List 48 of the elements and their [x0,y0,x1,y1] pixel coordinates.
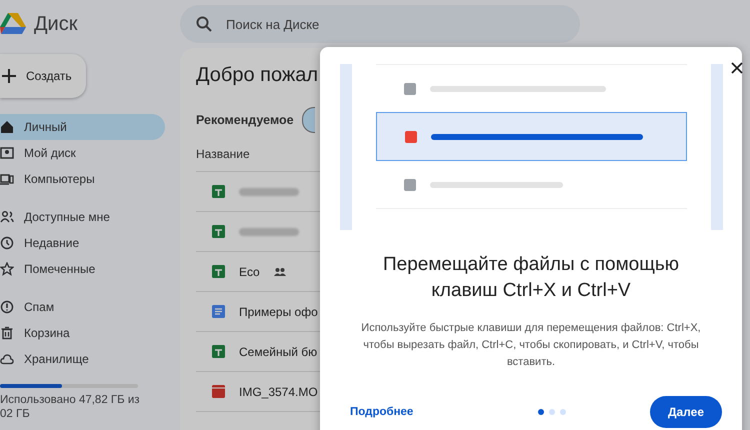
file-name[interactable]: IMG_3574.MO [239,384,318,398]
filter-chip[interactable] [302,107,315,133]
page-dot[interactable] [560,409,566,415]
drive-logo-icon [0,13,26,35]
sidebar-item[interactable]: Личный [0,114,165,140]
sidebar-item[interactable]: Корзина [0,320,165,346]
file-name[interactable]: Eco [239,264,260,278]
sidebar-item[interactable]: Мой диск [0,140,165,166]
sidebar-item[interactable]: Компьютеры [0,166,165,192]
dialog-title: Перемещайте файлы с помощью клавиш Ctrl+X и Ctrl+V [382,253,680,303]
create-button[interactable]: Создать [0,54,86,98]
next-button[interactable]: Далее [650,396,722,428]
spam-icon [0,300,14,314]
sidebar-item[interactable]: Недавние [0,230,165,256]
home-icon [0,120,14,134]
dialog-body: Используйте быстрые клавиши для перемещения файлов: Ctrl+X, чтобы вырезать файл, Ctrl+C, чтобы скопировать, и Ctrl+V, чтобы вставить. [360,321,702,370]
sidebar-item[interactable]: Хранилище [0,346,165,372]
sidebar-item[interactable]: Спам [0,294,165,320]
doc-file-icon [212,305,225,318]
storage-usage-text: Использовано 47,82 ГБ из 02 ГБ [0,393,140,421]
sheet-file-icon [212,345,225,358]
file-name[interactable]: Семейный бю [239,344,318,358]
blurred-text-placeholder [239,188,299,196]
trash-icon [0,326,14,340]
recommended-label: Рекомендуемое [196,113,294,127]
search-icon [196,16,212,32]
computer-icon [0,172,14,186]
video-file-icon [212,385,225,398]
welcome-title: Добро пожал [196,64,320,87]
people-icon [0,210,14,224]
cloud-icon [0,352,14,366]
close-icon[interactable] [731,62,743,74]
sheet-file-icon [212,185,225,198]
sheet-file-icon [212,225,225,238]
star-icon [0,262,14,276]
learn-more-link[interactable]: Подробнее [350,406,414,418]
app-title: Диск [34,12,78,36]
sidebar-item[interactable]: Помеченные [0,256,165,282]
search-field[interactable]: Поиск на Диске [180,5,580,43]
page-dot[interactable] [548,409,555,415]
blurred-text-placeholder [239,228,299,236]
sidebar-item[interactable]: Доступные мне [0,204,165,230]
drive-icon [0,146,14,160]
plus-icon [2,69,16,83]
file-name[interactable]: Примеры офо [239,304,318,318]
page-dot[interactable] [538,409,544,415]
sheet-file-icon [212,265,225,278]
clock-icon [0,236,14,250]
